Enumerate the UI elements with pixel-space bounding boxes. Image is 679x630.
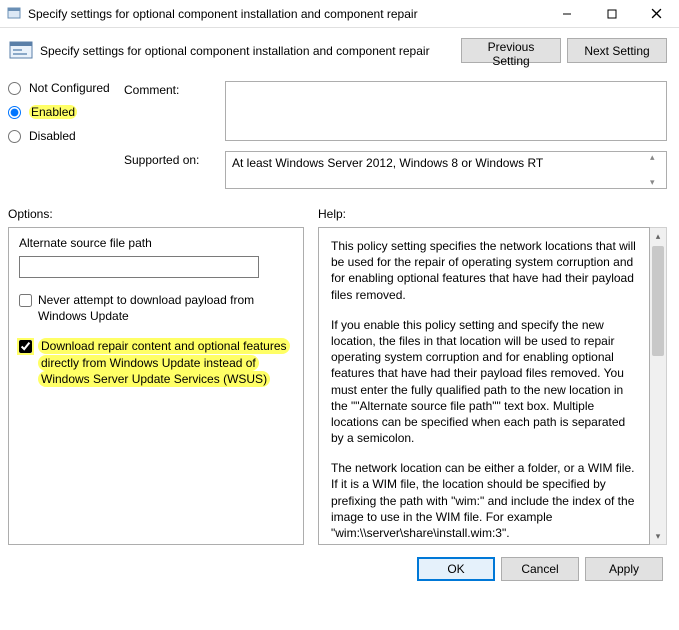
minimize-button[interactable] [544, 0, 589, 28]
radio-disabled-input[interactable] [8, 130, 21, 143]
radio-disabled[interactable]: Disabled [8, 129, 118, 143]
supported-scroll-icons: ▴ ▾ [650, 152, 664, 188]
radio-enabled-input[interactable] [8, 106, 21, 119]
help-paragraph-1: This policy setting specifies the networ… [331, 238, 637, 303]
scroll-down-icon[interactable]: ▾ [650, 528, 666, 544]
comment-label: Comment: [124, 81, 219, 97]
header-row: Specify settings for optional component … [8, 38, 667, 63]
title-bar: Specify settings for optional component … [0, 0, 679, 28]
never-wu-checkbox[interactable] [19, 294, 32, 307]
chevron-down-icon: ▾ [650, 177, 664, 188]
ok-button[interactable]: OK [417, 557, 495, 581]
help-section-label: Help: [318, 207, 667, 221]
chevron-up-icon: ▴ [650, 152, 664, 163]
wsus-checkbox[interactable] [19, 340, 32, 353]
radio-enabled-label: Enabled [29, 105, 77, 119]
wsus-label: Download repair content and optional fea… [38, 338, 290, 386]
radio-enabled[interactable]: Enabled [8, 105, 118, 119]
radio-not-configured-input[interactable] [8, 82, 21, 95]
help-paragraph-2: If you enable this policy setting and sp… [331, 317, 637, 447]
scroll-up-icon[interactable]: ▴ [650, 228, 666, 244]
window-buttons [544, 0, 679, 28]
maximize-button[interactable] [589, 0, 634, 28]
never-wu-row[interactable]: Never attempt to download payload from W… [19, 292, 293, 324]
help-paragraph-3: The network location can be either a fol… [331, 460, 637, 541]
radio-disabled-label: Disabled [29, 129, 76, 143]
wsus-row[interactable]: Download repair content and optional fea… [19, 338, 293, 387]
close-button[interactable] [634, 0, 679, 28]
dialog-footer: OK Cancel Apply [8, 557, 667, 581]
state-radio-group: Not Configured Enabled Disabled [8, 81, 118, 143]
apply-button[interactable]: Apply [585, 557, 663, 581]
header-title: Specify settings for optional component … [40, 44, 455, 58]
previous-setting-button[interactable]: Previous Setting [461, 38, 561, 63]
supported-on-text: At least Windows Server 2012, Windows 8 … [232, 156, 543, 170]
next-setting-button[interactable]: Next Setting [567, 38, 667, 63]
supported-on-box: At least Windows Server 2012, Windows 8 … [225, 151, 667, 189]
alt-path-label: Alternate source file path [19, 236, 293, 250]
options-panel: Alternate source file path Never attempt… [8, 227, 304, 545]
policy-icon [8, 39, 36, 63]
supported-label: Supported on: [124, 151, 219, 167]
radio-not-configured[interactable]: Not Configured [8, 81, 118, 95]
comment-textarea[interactable] [225, 81, 667, 141]
alt-path-input[interactable] [19, 256, 259, 278]
help-scrollbar[interactable]: ▴ ▾ [650, 227, 667, 545]
window-title: Specify settings for optional component … [28, 7, 544, 21]
scroll-thumb[interactable] [652, 246, 664, 356]
help-panel: This policy setting specifies the networ… [318, 227, 650, 545]
cancel-button[interactable]: Cancel [501, 557, 579, 581]
options-section-label: Options: [8, 207, 318, 221]
window-icon [6, 6, 22, 22]
never-wu-label: Never attempt to download payload from W… [38, 292, 293, 324]
radio-not-configured-label: Not Configured [29, 81, 110, 95]
